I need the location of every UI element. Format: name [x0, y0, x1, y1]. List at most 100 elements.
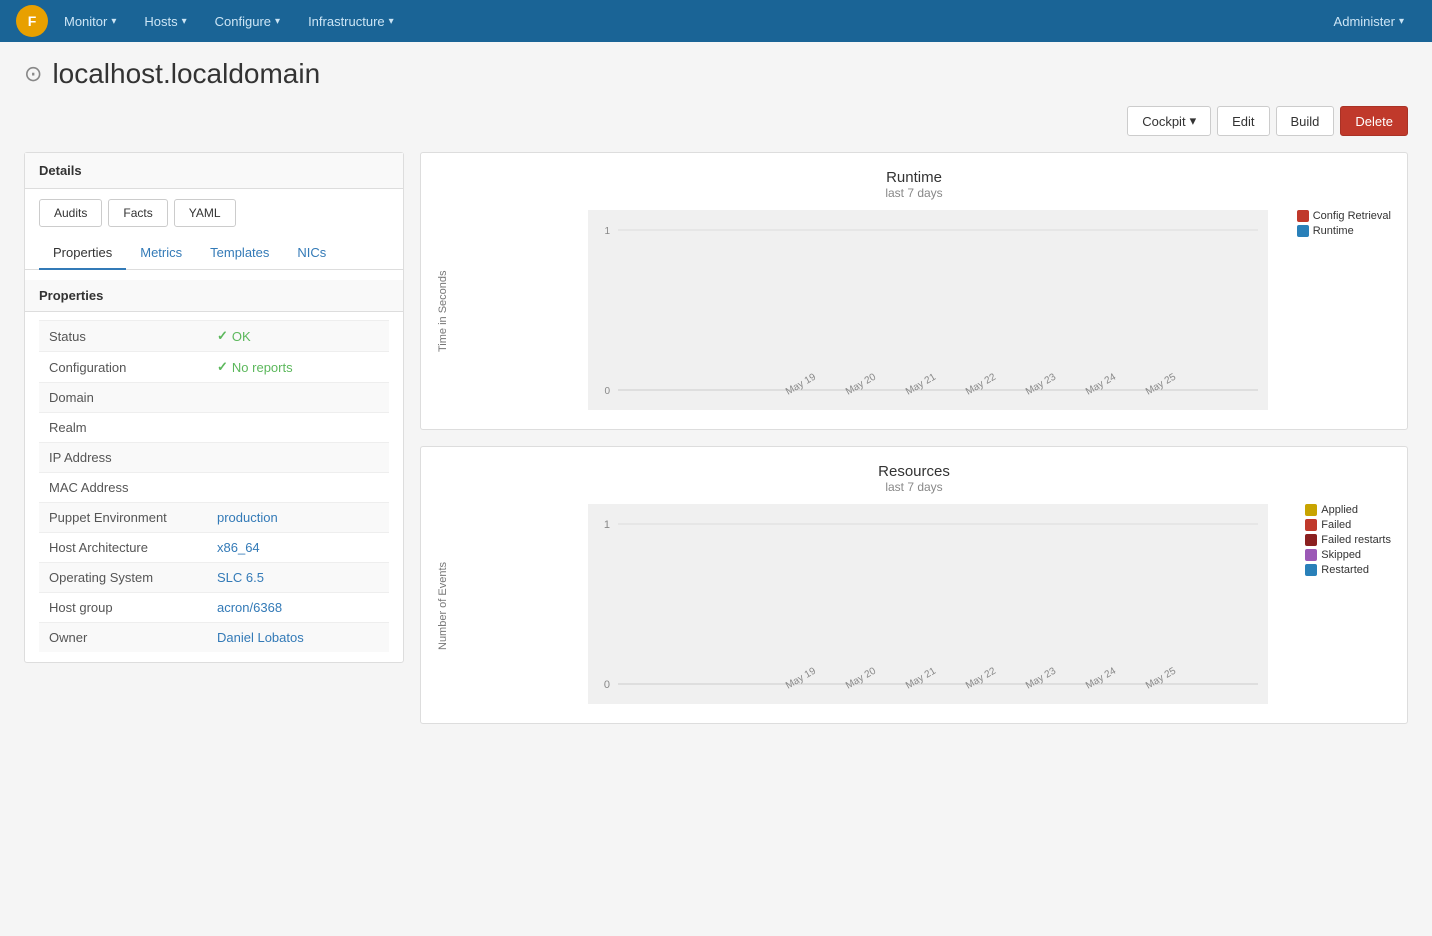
nav-right: Administer ▾ [1322, 4, 1416, 39]
nav-configure[interactable]: Configure ▾ [203, 4, 292, 39]
properties-header: Properties [25, 280, 403, 312]
runtime-chart-svg: 1 0 May 19 May 20 May 21 May 22 May 23 M… [465, 210, 1391, 410]
legend-color-failed [1305, 519, 1317, 531]
prop-value-realm [207, 413, 389, 443]
legend-label-runtime: Runtime [1313, 225, 1354, 237]
legend-color-skipped [1305, 549, 1317, 561]
tab-nics[interactable]: NICs [283, 237, 340, 270]
puppet-env-link[interactable]: production [217, 510, 278, 525]
legend-color-restarted [1305, 564, 1317, 576]
properties-section: Properties Status OK Configuration [25, 270, 403, 662]
properties-table: Status OK Configuration No reports [39, 320, 389, 652]
page-content: ⊙ localhost.localdomain Cockpit ▾ Edit B… [0, 42, 1432, 756]
runtime-chart-title: Runtime [437, 169, 1391, 186]
prop-label: Configuration [39, 352, 207, 383]
prop-label: Host group [39, 593, 207, 623]
nav-monitor[interactable]: Monitor ▾ [52, 4, 128, 39]
table-row: Owner Daniel Lobatos [39, 623, 389, 653]
action-buttons: Cockpit ▾ Edit Build Delete [24, 106, 1408, 136]
resources-chart-area: Number of Events 1 0 May 19 May 20 May 2… [437, 504, 1391, 707]
table-row: Configuration No reports [39, 352, 389, 383]
legend-item-skipped: Skipped [1305, 549, 1391, 561]
runtime-legend: Config Retrieval Runtime [1297, 210, 1391, 237]
resources-chart-main: 1 0 May 19 May 20 May 21 May 22 May 23 M… [465, 504, 1391, 707]
hostgroup-link[interactable]: acron/6368 [217, 600, 282, 615]
resources-chart-subtitle: last 7 days [437, 480, 1391, 494]
host-icon: ⊙ [24, 61, 42, 87]
legend-color-config-retrieval [1297, 210, 1309, 222]
page-title-row: ⊙ localhost.localdomain [24, 58, 1408, 90]
legend-label-config-retrieval: Config Retrieval [1313, 210, 1391, 222]
yaml-button[interactable]: YAML [174, 199, 236, 227]
delete-button[interactable]: Delete [1340, 106, 1408, 136]
prop-value-domain [207, 383, 389, 413]
chevron-down-icon: ▾ [1190, 113, 1197, 129]
tab-templates[interactable]: Templates [196, 237, 283, 270]
config-status-badge: No reports [217, 359, 379, 375]
legend-color-failed-restarts [1305, 534, 1317, 546]
svg-text:0: 0 [604, 386, 610, 397]
chevron-down-icon: ▾ [182, 16, 187, 27]
table-row: Host Architecture x86_64 [39, 533, 389, 563]
cockpit-button[interactable]: Cockpit ▾ [1127, 106, 1211, 136]
prop-label: Puppet Environment [39, 503, 207, 533]
legend-label-skipped: Skipped [1321, 549, 1361, 561]
legend-item-applied: Applied [1305, 504, 1391, 516]
table-row: Domain [39, 383, 389, 413]
prop-value-mac [207, 473, 389, 503]
page-title: localhost.localdomain [52, 58, 320, 90]
legend-item-failed: Failed [1305, 519, 1391, 531]
resources-chart-title: Resources [437, 463, 1391, 480]
prop-label: Realm [39, 413, 207, 443]
facts-button[interactable]: Facts [108, 199, 167, 227]
left-panel: Details Audits Facts YAML Properties Met… [24, 152, 404, 740]
chevron-down-icon: ▾ [111, 16, 116, 27]
runtime-chart-container: Runtime last 7 days Time in Seconds 1 0 [420, 152, 1408, 430]
table-row: Host group acron/6368 [39, 593, 389, 623]
chevron-down-icon: ▾ [389, 16, 394, 27]
nav-logo: F [16, 5, 48, 37]
legend-label-failed: Failed [1321, 519, 1351, 531]
svg-text:1: 1 [604, 226, 610, 237]
prop-label: Status [39, 321, 207, 352]
legend-color-applied [1305, 504, 1317, 516]
build-button[interactable]: Build [1276, 106, 1335, 136]
status-ok-badge: OK [217, 328, 379, 344]
svg-text:0: 0 [604, 679, 610, 691]
resources-y-label: Number of Events [437, 504, 457, 707]
top-nav: F Monitor ▾ Hosts ▾ Configure ▾ Infrastr… [0, 0, 1432, 42]
details-panel-header: Details [25, 153, 403, 189]
nav-administer[interactable]: Administer ▾ [1322, 4, 1416, 39]
arch-link[interactable]: x86_64 [217, 540, 260, 555]
edit-button[interactable]: Edit [1217, 106, 1269, 136]
prop-value-puppet-env: production [207, 503, 389, 533]
chevron-down-icon: ▾ [1399, 16, 1404, 27]
chevron-down-icon: ▾ [275, 16, 280, 27]
audits-button[interactable]: Audits [39, 199, 102, 227]
table-row: Status OK [39, 321, 389, 352]
resources-chart-svg: 1 0 May 19 May 20 May 21 May 22 May 23 M… [465, 504, 1391, 704]
prop-label: Domain [39, 383, 207, 413]
tab-properties[interactable]: Properties [39, 237, 126, 270]
nav-hosts[interactable]: Hosts ▾ [132, 4, 198, 39]
owner-link[interactable]: Daniel Lobatos [217, 630, 304, 645]
tab-metrics[interactable]: Metrics [126, 237, 196, 270]
table-row: Operating System SLC 6.5 [39, 563, 389, 593]
svg-text:1: 1 [604, 519, 610, 531]
table-row: Realm [39, 413, 389, 443]
runtime-y-label: Time in Seconds [437, 210, 457, 413]
legend-label-restarted: Restarted [1321, 564, 1369, 576]
nav-left: F Monitor ▾ Hosts ▾ Configure ▾ Infrastr… [16, 4, 406, 39]
legend-item-restarted: Restarted [1305, 564, 1391, 576]
prop-value-config: No reports [207, 352, 389, 383]
runtime-chart-main: 1 0 May 19 May 20 May 21 May 22 May 23 M… [465, 210, 1391, 413]
legend-label-applied: Applied [1321, 504, 1358, 516]
os-link[interactable]: SLC 6.5 [217, 570, 264, 585]
prop-value-status: OK [207, 321, 389, 352]
resources-legend: Applied Failed Failed restarts [1305, 504, 1391, 576]
right-panel: Runtime last 7 days Time in Seconds 1 0 [420, 152, 1408, 740]
legend-item-failed-restarts: Failed restarts [1305, 534, 1391, 546]
legend-label-failed-restarts: Failed restarts [1321, 534, 1391, 546]
prop-label: MAC Address [39, 473, 207, 503]
nav-infrastructure[interactable]: Infrastructure ▾ [296, 4, 406, 39]
